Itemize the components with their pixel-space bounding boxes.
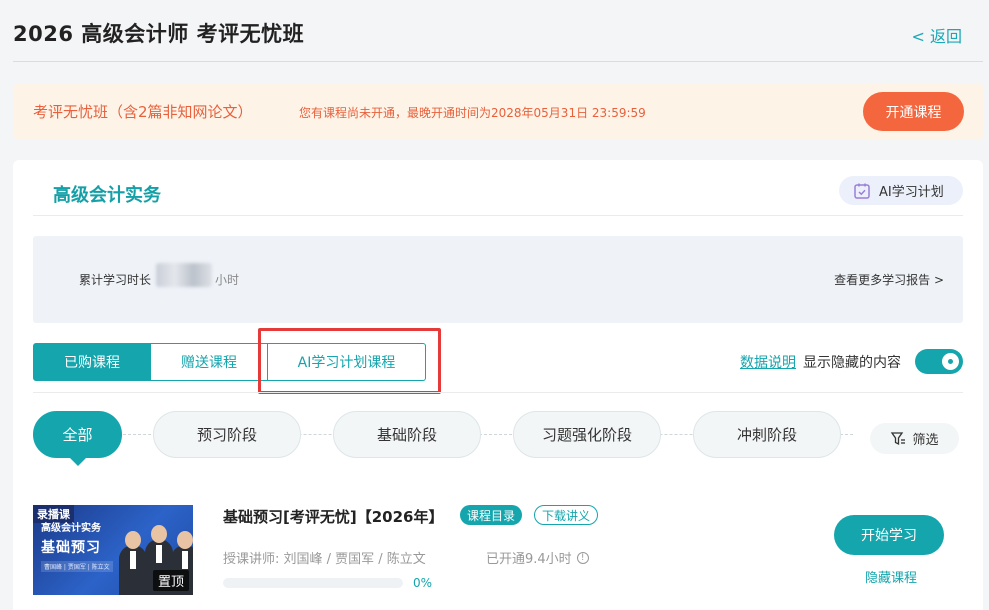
show-hidden-label: 显示隐藏的内容 bbox=[803, 355, 901, 371]
show-hidden-toggle[interactable] bbox=[915, 349, 963, 374]
open-course-button[interactable]: 开通课程 bbox=[863, 92, 964, 131]
study-stats-panel: 累计学习时长 小时 查看更多学习报告 > bbox=[33, 236, 963, 323]
tab-purchased-courses[interactable]: 已购课程 bbox=[33, 343, 151, 381]
study-time-value-blurred bbox=[156, 263, 212, 287]
notice-class-name: 考评无忧班（含2篇非知网论文） bbox=[33, 103, 253, 121]
ai-plan-label: AI学习计划 bbox=[879, 185, 944, 200]
stage-preview[interactable]: 预习阶段 bbox=[153, 411, 301, 458]
start-learning-button[interactable]: 开始学习 bbox=[834, 515, 944, 555]
back-link[interactable]: < 返回 bbox=[912, 23, 963, 47]
page-title: 2026 高级会计师 考评无忧班 bbox=[13, 22, 305, 46]
opened-hours-text: 已开通9.4小时 bbox=[486, 552, 572, 567]
study-time-label: 累计学习时长 bbox=[79, 273, 152, 287]
data-explanation-link[interactable]: 数据说明 bbox=[740, 352, 796, 372]
pin-badge[interactable]: 置顶 bbox=[152, 570, 189, 591]
study-time-unit: 小时 bbox=[215, 273, 240, 287]
calendar-check-icon bbox=[854, 183, 870, 199]
filter-button[interactable]: 筛选 bbox=[870, 423, 959, 454]
course-thumbnail[interactable]: 录播课 高级会计实务 基础预习 曹国峰 | 贾国军 | 陈立文 置顶 bbox=[33, 505, 193, 595]
ai-plan-button[interactable]: AI学习计划 bbox=[839, 176, 963, 205]
tab-gift-courses[interactable]: 赠送课程 bbox=[151, 343, 268, 381]
course-catalog-tag[interactable]: 课程目录 bbox=[460, 505, 523, 525]
stage-divider bbox=[33, 392, 963, 393]
stage-basic[interactable]: 基础阶段 bbox=[333, 411, 481, 458]
study-report-link[interactable]: 查看更多学习报告 > bbox=[834, 271, 944, 288]
title-divider bbox=[13, 61, 983, 62]
course-opened-hours: 已开通9.4小时 ! bbox=[486, 548, 589, 567]
teacher-figure bbox=[119, 531, 147, 595]
course-progress-bar bbox=[223, 578, 403, 588]
stage-all[interactable]: 全部 bbox=[33, 411, 122, 466]
course-title[interactable]: 基础预习[考评无忧]【2026年】 bbox=[223, 506, 443, 527]
info-icon[interactable]: ! bbox=[576, 551, 589, 564]
toggle-knob bbox=[942, 353, 959, 370]
highlight-box bbox=[258, 328, 441, 394]
filter-label: 筛选 bbox=[912, 433, 939, 448]
download-handout-tag[interactable]: 下载讲义 bbox=[534, 505, 599, 525]
notice-bar: 考评无忧班（含2篇非知网论文） 您有课程尚未开通，最晚开通时间为2028年05月… bbox=[13, 84, 983, 139]
hide-course-link[interactable]: 隐藏课程 bbox=[865, 567, 917, 586]
subject-tab[interactable]: 高级会计实务 bbox=[53, 181, 161, 207]
course-teachers: 授课讲师: 刘国峰 / 贾国军 / 陈立文 bbox=[223, 552, 426, 567]
thumb-subject: 高级会计实务 bbox=[41, 523, 101, 534]
course-progress-text: 0% bbox=[413, 576, 433, 590]
thumb-teachers: 曹国峰 | 贾国军 | 陈立文 bbox=[41, 561, 113, 572]
main-card: 高级会计实务 AI学习计划 累计学习时长 小时 查看更多学习报告 > 已购课程 … bbox=[13, 160, 983, 610]
stage-sprint[interactable]: 冲刺阶段 bbox=[693, 411, 841, 458]
subject-underline bbox=[33, 215, 963, 216]
filter-icon bbox=[891, 431, 906, 445]
notice-message: 您有课程尚未开通，最晚开通时间为2028年05月31日 23:59:59 bbox=[299, 106, 646, 120]
thumb-stage: 基础预习 bbox=[41, 540, 101, 556]
stage-exercise[interactable]: 习题强化阶段 bbox=[513, 411, 661, 458]
